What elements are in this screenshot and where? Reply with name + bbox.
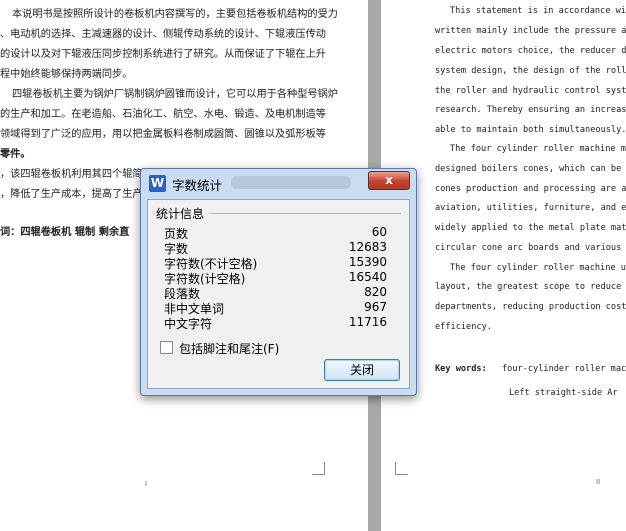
word-count-dialog: W 字数统计 x 统计信息 页数 60 字数 12683 字符数(不计空格) 1… xyxy=(140,168,417,396)
body-text-line: able to maintain both simultaneously. xyxy=(435,125,626,135)
include-footnotes-checkbox[interactable] xyxy=(160,341,173,354)
stat-value: 16540 xyxy=(348,270,387,284)
body-text-line: cones production and processing are also xyxy=(435,184,626,194)
body-text-line: designed boilers cones, which can be use… xyxy=(435,164,626,174)
body-text-line: aviation, utilities, furniture, and elec… xyxy=(435,203,626,213)
stat-value: 820 xyxy=(364,285,387,299)
body-text-line: The four cylinder roller machine main xyxy=(450,144,626,154)
stat-label: 中文字符 xyxy=(164,317,213,331)
body-text-line: 的设计以及对下辊液压同步控制系统进行了研究。从而保证了下辊在上升 xyxy=(0,49,326,60)
body-text-line: The four cylinder roller machine use i xyxy=(450,263,626,273)
keywords-line: 词：四辊卷板机 辊制 剩余直 xyxy=(0,227,130,238)
blurred-title-region xyxy=(231,176,351,189)
stat-row-paragraphs: 段落数 820 xyxy=(164,285,387,301)
body-text-line: circular cone arc boards and various pa xyxy=(435,243,626,253)
body-text-line: electric motors choice, the reducer desi… xyxy=(435,46,626,56)
stat-row-chars-with-spaces: 字符数(计空格) 16540 xyxy=(164,270,387,286)
close-button[interactable]: 关闭 xyxy=(324,359,400,381)
close-icon[interactable]: x xyxy=(368,171,410,190)
dialog-title-bar[interactable]: W 字数统计 x xyxy=(141,169,416,199)
stat-row-chinese-chars: 中文字符 11716 xyxy=(164,315,387,331)
body-text-line: ，该四辊卷板机利用其四个辊简的 xyxy=(0,169,153,180)
stat-value: 60 xyxy=(371,225,387,239)
page-corner-marker xyxy=(312,462,325,475)
keywords-text: four-cylinder roller machi xyxy=(502,364,626,374)
stat-row-chars-no-spaces: 字符数(不计空格) 15390 xyxy=(164,255,387,271)
stat-value: 12683 xyxy=(348,240,387,254)
body-text-line: 零件。 xyxy=(0,149,31,160)
body-text-line: 四辊卷板机主要为锅炉厂锅制锅炉圆锥而设计，它可以用于各种型号锅炉 xyxy=(12,89,338,100)
include-footnotes-label: 包括脚注和尾注(F) xyxy=(179,342,280,356)
body-text-line: 领域得到了广泛的应用，用以把金属板料卷制成圆筒、圆锥以及弧形板等 xyxy=(0,129,326,140)
stat-row-non-chinese-words: 非中文单词 967 xyxy=(164,300,387,316)
body-text-line: 程中始终能够保持两端同步。 xyxy=(0,69,133,80)
group-divider xyxy=(210,213,401,214)
include-footnotes-option[interactable]: 包括脚注和尾注(F) xyxy=(160,340,279,357)
stat-value: 967 xyxy=(364,300,387,314)
body-text-line: departments, reducing production costs, xyxy=(435,302,626,312)
dialog-title: 字数统计 xyxy=(172,178,223,193)
wps-writer-icon: W xyxy=(149,175,166,192)
stat-value: 15390 xyxy=(348,255,387,269)
body-text-line: system design, the design of the roller … xyxy=(435,66,626,76)
body-text-line: 的生产和加工。在老造船、石油化工、航空、水电、锻造、及电机制造等 xyxy=(0,109,326,120)
body-text-line: This statement is in accordance with xyxy=(450,6,626,16)
body-text-line: 、电动机的选择、主减速器的设计、侧辊传动系统的设计、下辊液压传动 xyxy=(0,29,326,40)
dialog-body: 统计信息 页数 60 字数 12683 字符数(不计空格) 15390 字符数(… xyxy=(147,199,410,389)
page-number: II xyxy=(596,478,601,486)
body-text-line: layout, the greatest scope to reduce the xyxy=(435,282,626,292)
body-text-line: written mainly include the pressure anal xyxy=(435,26,626,36)
body-text-line: efficiency. xyxy=(435,322,492,332)
keywords-line-2: Left straight-side Ar xyxy=(509,388,618,398)
body-text-line: ，降低了生产成本，提高了生产效 xyxy=(0,189,153,200)
page-number: I xyxy=(145,480,148,488)
document-page-right: This statement is in accordance with wri… xyxy=(381,0,626,531)
body-text-line: the roller and hydraulic control system xyxy=(435,86,626,96)
stat-row-pages: 页数 60 xyxy=(164,225,387,241)
keywords-label: Key words: xyxy=(435,364,487,374)
body-text-line: 本说明书是按照所设计的卷板机内容撰写的，主要包括卷板机结构的受力 xyxy=(12,9,338,20)
body-text-line: widely applied to the metal plate materi xyxy=(435,223,626,233)
body-text-line: research. Thereby ensuring an increase i… xyxy=(435,105,626,115)
page-corner-marker xyxy=(395,462,408,475)
stat-row-words: 字数 12683 xyxy=(164,240,387,256)
stat-value: 11716 xyxy=(348,315,387,329)
stats-group-title: 统计信息 xyxy=(156,207,205,221)
